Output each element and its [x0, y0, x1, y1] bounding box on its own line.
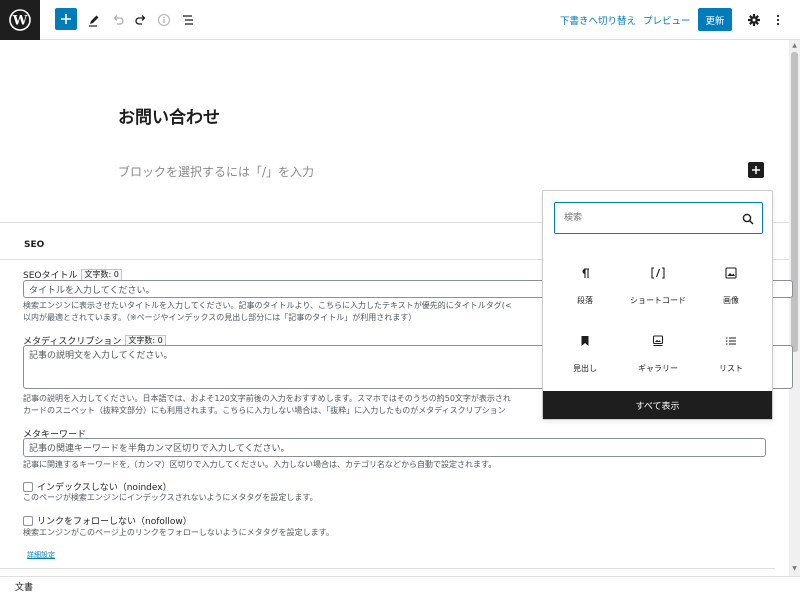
advanced-settings-link[interactable]: 詳細設定	[27, 550, 55, 560]
nofollow-help: 検索エンジンがこのページ上のリンクをフォローしないようにメタタグを設定します。	[23, 528, 334, 537]
seo-section-title: SEO	[24, 240, 45, 250]
block-item-paragraph[interactable]: 段落	[550, 265, 620, 325]
block-item-label: 見出し	[573, 364, 597, 373]
more-vertical-icon	[776, 14, 780, 26]
block-item-image[interactable]: 画像	[696, 265, 766, 325]
seo-title-char-count: 文字数: 0	[81, 268, 122, 281]
seo-title-help: 以内が最適とされています。（※ページやインデックスの見出し部分には「記事のタイト…	[23, 313, 417, 322]
details-button[interactable]	[152, 8, 176, 32]
block-item-shortcode[interactable]: ショートコード	[623, 265, 693, 325]
block-item-heading[interactable]: 見出し	[550, 333, 620, 393]
block-item-list[interactable]: リスト	[696, 333, 766, 393]
meta-description-help: 記事の説明を入力してください。日本語では、およそ120文字前後の入力をおすすめし…	[23, 394, 511, 403]
noindex-help: このページが検索エンジンにインデックスされないようにメタタグを設定します。	[23, 493, 318, 502]
post-title[interactable]: お問い合わせ	[118, 103, 220, 128]
gear-icon	[748, 14, 760, 26]
block-search-input[interactable]	[564, 210, 724, 226]
block-item-gallery[interactable]: ギャラリー	[623, 333, 693, 393]
editor-footer: 文書	[0, 576, 800, 594]
block-placeholder[interactable]: ブロックを選択するには「/」を入力	[118, 163, 314, 180]
scroll-up-arrow-icon[interactable]: ▲	[791, 42, 798, 49]
undo-icon	[113, 15, 124, 25]
update-button[interactable]: 更新	[698, 8, 732, 31]
nofollow-label: リンクをフォローしない（nofollow）	[37, 517, 192, 527]
block-item-label: 画像	[723, 296, 739, 305]
list-view-icon	[183, 15, 193, 25]
block-item-label: リスト	[719, 364, 743, 373]
tools-button[interactable]	[82, 8, 106, 32]
meta-keyword-input[interactable]: 記事の関連キーワードを半角カンマ区切りで入力してください。	[23, 438, 766, 457]
list-icon	[725, 333, 737, 349]
wordpress-logo-icon[interactable]: W	[0, 0, 40, 40]
redo-button[interactable]	[129, 8, 153, 32]
show-all-blocks-button[interactable]: すべて表示	[543, 391, 772, 419]
svg-text:W: W	[12, 14, 28, 29]
seo-title-help: 検索エンジンに表示させたいタイトルを入力してください。記事のタイトルより、こちら…	[23, 301, 512, 310]
options-menu-button[interactable]	[766, 8, 790, 32]
search-icon	[742, 213, 754, 225]
plus-icon	[61, 14, 71, 24]
meta-description-help: カードのスニペット（抜粋文部分）にも利用されます。こちらに入力しない場合は、「抜…	[23, 406, 506, 415]
preview-button[interactable]: プレビュー	[643, 13, 691, 27]
block-inserter-popover: 段落 ショートコード 画像 見出し ギャラリー リスト すべて表示	[542, 190, 773, 420]
image-icon	[725, 265, 737, 281]
nofollow-checkbox[interactable]	[23, 515, 33, 526]
undo-button[interactable]	[106, 8, 130, 32]
pencil-icon	[89, 15, 99, 27]
inline-add-block-button[interactable]	[748, 162, 764, 178]
scrollbar-thumb[interactable]	[791, 52, 798, 352]
scroll-down-arrow-icon[interactable]: ▼	[791, 565, 798, 572]
redo-icon	[135, 15, 146, 25]
paragraph-icon	[579, 265, 591, 281]
gallery-icon	[652, 333, 664, 349]
breadcrumb-document[interactable]: 文書	[15, 580, 33, 593]
block-item-label: 段落	[577, 296, 593, 305]
info-icon	[157, 13, 171, 27]
list-view-button[interactable]	[176, 8, 200, 32]
block-search-field[interactable]	[554, 202, 763, 234]
block-item-label: ギャラリー	[638, 364, 678, 373]
editor-toolbar: W 下書きへ切り替え プレビュー 更新	[0, 0, 800, 40]
meta-keyword-help: 記事に関連するキーワードを,（カンマ）区切りで入力してください。入力しない場合は…	[23, 460, 497, 469]
shortcode-icon	[651, 265, 665, 281]
block-inserter-toggle-button[interactable]	[55, 8, 77, 30]
meta-divider	[0, 568, 775, 569]
block-item-label: ショートコード	[630, 296, 686, 305]
plus-icon	[752, 166, 760, 174]
heading-bookmark-icon	[580, 333, 590, 349]
noindex-checkbox[interactable]	[23, 481, 33, 492]
settings-button[interactable]	[742, 8, 766, 32]
switch-to-draft-button[interactable]: 下書きへ切り替え	[560, 13, 636, 27]
nofollow-option[interactable]: リンクをフォローしない（nofollow）	[23, 514, 192, 527]
